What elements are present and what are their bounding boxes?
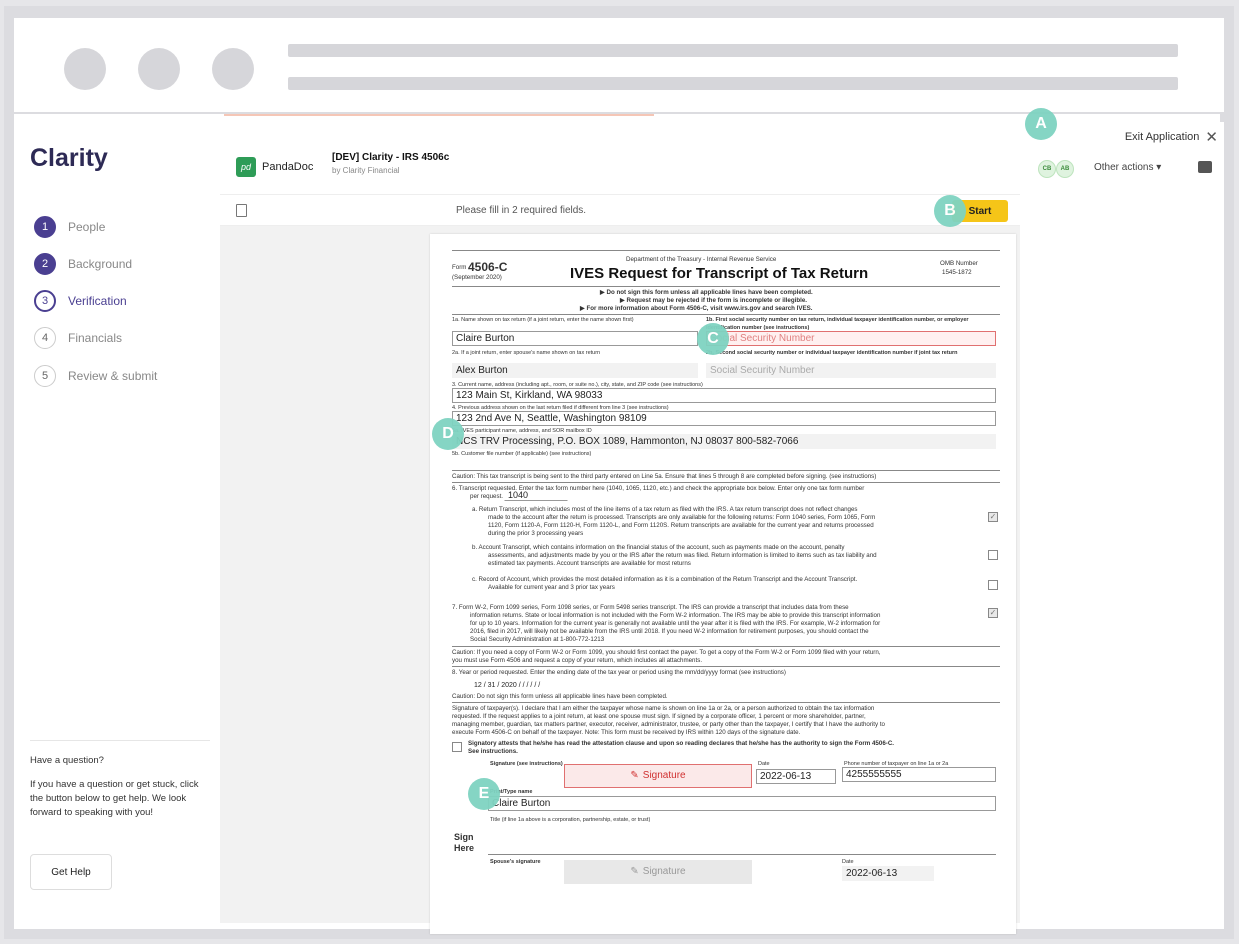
return-transcript-checkbox[interactable]: ✓ xyxy=(988,512,998,522)
required-fields-message: Please fill in 2 required fields. xyxy=(456,205,587,216)
spouse-date-field[interactable]: 2022-06-13 xyxy=(842,866,934,881)
sidebar: Clarity 1 People 2 Background 3 Verificatio… xyxy=(14,114,228,923)
record-of-account-checkbox[interactable] xyxy=(988,580,998,590)
help-title: Have a question? xyxy=(30,755,104,766)
pen-icon: ✎ xyxy=(630,770,639,781)
document-icon[interactable] xyxy=(236,204,247,217)
step-verification[interactable]: 3 Verification xyxy=(34,290,127,312)
help-divider xyxy=(30,740,210,741)
year-requested-field[interactable]: 12 / 31 / 2020 / / / / / / xyxy=(470,680,780,691)
phone-number-field[interactable]: 4255555555 xyxy=(842,767,996,782)
annotation-badge-a: A xyxy=(1025,108,1057,140)
step-financials[interactable]: 4 Financials xyxy=(34,327,122,349)
address-bar-placeholder xyxy=(288,44,1178,57)
browser-chrome xyxy=(14,18,1224,122)
progress-accent xyxy=(224,114,654,116)
app-logo: Clarity xyxy=(30,144,108,172)
help-text: If you have a question or get stuck, cli… xyxy=(30,779,199,818)
pen-icon: ✎ xyxy=(630,866,639,877)
signature-field-required[interactable]: ✎ Signature xyxy=(564,764,752,788)
step-people[interactable]: 1 People xyxy=(34,216,105,238)
document-viewer: Form 4506-C (September 2020) Department … xyxy=(220,226,1020,934)
window-dot xyxy=(64,48,106,90)
previous-address-field[interactable]: 123 2nd Ave N, Seattle, Washington 98109 xyxy=(452,411,996,426)
avatar-cb[interactable]: CB xyxy=(1038,160,1056,178)
step-review-submit[interactable]: 5 Review & submit xyxy=(34,365,157,387)
ssn-field-required[interactable]: Social Security Number xyxy=(706,331,996,346)
pandadoc-logo-icon: pd xyxy=(236,157,256,177)
close-icon: ✕ xyxy=(1205,129,1218,146)
account-transcript-checkbox[interactable] xyxy=(988,550,998,560)
annotation-badge-c: C xyxy=(697,323,729,355)
signature-date-field[interactable]: 2022-06-13 xyxy=(756,769,836,784)
form-number: 4506-C xyxy=(468,260,508,274)
chat-icon[interactable] xyxy=(1198,161,1212,173)
annotation-badge-b: B xyxy=(934,195,966,227)
w2-transcript-checkbox[interactable]: ✓ xyxy=(988,608,998,618)
help-section: Have a question? If you have a question … xyxy=(30,754,210,820)
spouse-ssn-field[interactable]: Social Security Number xyxy=(706,363,996,378)
avatar-ab[interactable]: AB xyxy=(1056,160,1074,178)
attestation-checkbox[interactable] xyxy=(452,742,462,752)
window-dot xyxy=(138,48,180,90)
other-actions-dropdown[interactable]: Other actions ▾ xyxy=(1094,162,1161,173)
spouse-name-field[interactable]: Alex Burton xyxy=(452,363,698,378)
address-bar-placeholder xyxy=(288,77,1178,90)
exit-application-link[interactable]: Exit Application ✕ xyxy=(1125,128,1218,146)
brand-name: PandaDoc xyxy=(262,161,314,173)
form-title: IVES Request for Transcript of Tax Retur… xyxy=(570,265,869,282)
window-dot xyxy=(212,48,254,90)
annotation-badge-d: D xyxy=(432,418,464,450)
document-subtitle: by Clarity Financial xyxy=(332,166,400,175)
tax-form-number-field[interactable]: 1040 xyxy=(504,490,568,501)
document-title: [DEV] Clarity - IRS 4506c xyxy=(332,152,450,163)
ives-participant-field[interactable]: NCS TRV Processing, P.O. BOX 1089, Hammo… xyxy=(452,434,996,449)
document-toolbar: Please fill in 2 required fields. Start xyxy=(220,194,1020,226)
current-address-field[interactable]: 123 Main St, Kirkland, WA 98033 xyxy=(452,388,996,403)
spouse-signature-field[interactable]: ✎ Signature xyxy=(564,860,752,884)
print-name-field[interactable]: Claire Burton xyxy=(488,796,996,811)
main-panel: Exit Application ✕ pd PandaDoc [DEV] Clar… xyxy=(220,114,1220,934)
name-field[interactable]: Claire Burton xyxy=(452,331,698,346)
step-background[interactable]: 2 Background xyxy=(34,253,132,275)
annotation-badge-e: E xyxy=(468,778,500,810)
get-help-button[interactable]: Get Help xyxy=(30,854,112,890)
